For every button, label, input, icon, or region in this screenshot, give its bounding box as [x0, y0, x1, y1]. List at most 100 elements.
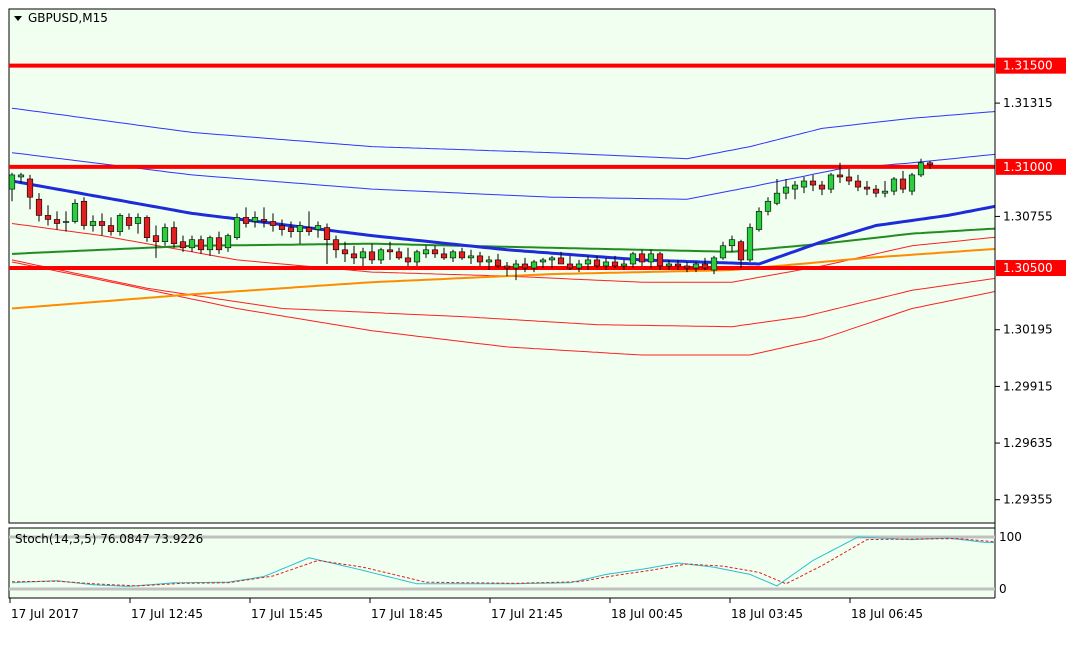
- candle-body: [449, 251, 457, 259]
- candle-body: [179, 241, 187, 249]
- candle-body: [458, 251, 466, 259]
- candle-body: [332, 239, 340, 251]
- candle: [746, 223, 754, 262]
- candle-body: [791, 184, 799, 190]
- candle-body: [125, 217, 133, 226]
- candle-body: [818, 184, 826, 190]
- candle-body: [467, 255, 475, 259]
- candle-body: [98, 221, 106, 226]
- candle-body: [44, 215, 52, 220]
- candle-body: [431, 249, 439, 255]
- time-tick-label: 17 Jul 12:45: [131, 607, 203, 621]
- candle-body: [116, 215, 124, 232]
- candle: [233, 213, 241, 240]
- candle-body: [584, 259, 592, 265]
- candle-body: [323, 227, 331, 240]
- candle: [80, 197, 88, 230]
- candle-body: [773, 192, 781, 204]
- candle-body: [656, 253, 664, 267]
- price-tick-label: 1.30755: [1003, 209, 1053, 223]
- price-axis-background: [995, 0, 1077, 600]
- candle-body: [314, 225, 322, 230]
- time-tick-label: 17 Jul 21:45: [491, 607, 563, 621]
- time-tick-label: 18 Jul 03:45: [731, 607, 803, 621]
- price-chart[interactable]: GBPUSD,M15 1.31315 1.30755 1.30195 1.29915 1.…: [0, 0, 1077, 643]
- candle-body: [638, 253, 646, 263]
- candle-body: [62, 221, 70, 223]
- candle-body: [89, 221, 97, 226]
- price-tick-label: 1.29635: [1003, 436, 1053, 450]
- candle-body: [620, 263, 628, 267]
- stochastic-label: Stoch(14,3,5) 76.0847 73.9226: [15, 532, 203, 546]
- candle-body: [521, 263, 529, 269]
- candle-body: [260, 219, 268, 222]
- candle-body: [188, 239, 196, 249]
- candle-body: [539, 259, 547, 263]
- candle-body: [206, 237, 214, 251]
- candle: [143, 215, 151, 242]
- candle-body: [566, 263, 574, 269]
- time-tick-label: 17 Jul 2017: [11, 607, 79, 621]
- candle-body: [845, 176, 853, 182]
- candle-body: [350, 253, 358, 259]
- candle-body: [305, 227, 313, 232]
- candle-body: [9, 174, 16, 190]
- candle-body: [224, 235, 232, 249]
- candle-body: [233, 217, 241, 238]
- candle-body: [719, 245, 727, 259]
- candle-body: [215, 237, 223, 251]
- candle-body: [665, 263, 673, 267]
- candle-body: [80, 200, 88, 226]
- candle-body: [854, 180, 862, 188]
- candle-body: [800, 180, 808, 188]
- candle-body: [548, 257, 556, 261]
- price-tick-label: 1.30195: [1003, 323, 1053, 337]
- candle-body: [71, 202, 79, 222]
- candle-body: [485, 259, 493, 263]
- candle-body: [728, 239, 736, 247]
- candle-body: [134, 217, 142, 224]
- candle-body: [251, 217, 259, 222]
- candle-body: [494, 259, 502, 267]
- candle-body: [629, 253, 637, 265]
- candle-body: [593, 259, 601, 267]
- candle-body: [764, 200, 772, 212]
- candle-body: [152, 235, 160, 243]
- price-tick-label: 1.31315: [1003, 96, 1053, 110]
- candle-body: [926, 162, 934, 166]
- candle-body: [683, 265, 691, 269]
- candle-body: [557, 257, 565, 265]
- chart-window[interactable]: GBPUSD,M15 1.31315 1.30755 1.30195 1.29915 1.…: [0, 0, 1077, 643]
- candle-body: [17, 174, 25, 178]
- stochastic-axis-100: 100: [999, 530, 1022, 544]
- price-tick-label: 1.29355: [1003, 493, 1053, 507]
- candle-body: [782, 186, 790, 194]
- candle-body: [647, 253, 655, 263]
- candle-body: [827, 174, 835, 190]
- candle-body: [386, 249, 394, 253]
- candle-body: [530, 261, 538, 269]
- chart-title: GBPUSD,M15: [14, 11, 108, 25]
- candle-body: [368, 251, 376, 261]
- candle-body: [143, 217, 151, 238]
- candle-body: [836, 174, 844, 178]
- price-tick-label: 1.29915: [1003, 379, 1053, 393]
- level-price-label: 1.31000: [1003, 160, 1053, 174]
- level-price-label: 1.30500: [1003, 261, 1053, 275]
- candle-body: [503, 265, 511, 269]
- candle-body: [26, 178, 34, 198]
- candle-body: [287, 227, 295, 232]
- candle-body: [710, 257, 718, 271]
- candle-body: [161, 227, 169, 243]
- candle-body: [755, 211, 763, 230]
- candle-body: [611, 261, 619, 267]
- candle-body: [701, 263, 709, 269]
- candle-body: [908, 174, 916, 192]
- time-tick-label: 18 Jul 00:45: [611, 607, 683, 621]
- candle-body: [395, 251, 403, 259]
- candle-body: [296, 225, 304, 232]
- candle-body: [53, 219, 61, 224]
- candle-body: [404, 257, 412, 263]
- candle-body: [899, 178, 907, 190]
- symbol-label: GBPUSD,M15: [28, 11, 108, 25]
